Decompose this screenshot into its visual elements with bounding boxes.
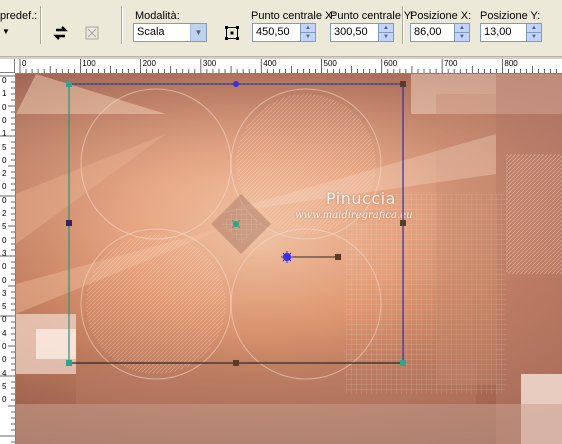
toolbar-separator [121, 6, 123, 44]
deform-overlay [66, 81, 406, 366]
side-handle-top[interactable] [233, 81, 239, 87]
pos-y-field[interactable]: 13,00 ▲ ▼ [480, 23, 542, 42]
ruler-label: 0 [2, 395, 7, 405]
spin-down-icon[interactable]: ▼ [527, 32, 541, 41]
pos-y-value: 13,00 [484, 26, 512, 38]
rotate-button[interactable] [50, 22, 72, 44]
mode-value: Scala [137, 26, 165, 38]
ruler-label: 300 [202, 59, 217, 68]
ruler-label: 0 [2, 155, 7, 165]
pos-x-label: Posizione X: [410, 10, 472, 22]
ruler-label: 5 [2, 302, 7, 312]
spin-up-icon[interactable]: ▲ [379, 24, 393, 32]
ruler-label: 3 [2, 288, 7, 298]
ruler-label: 0 [22, 59, 27, 68]
center-x-field[interactable]: 450,50 ▲ ▼ [252, 23, 316, 42]
image-canvas[interactable]: Pinuccia www.maidiregrafica.eu [16, 74, 562, 444]
pivot-point[interactable] [281, 251, 293, 263]
preset-label: predef.: [0, 10, 38, 22]
side-handle-right[interactable] [400, 220, 406, 226]
ruler-label: 0 [2, 76, 7, 85]
ruler-label: 3 [2, 248, 7, 258]
corner-handle-top-left[interactable] [66, 81, 72, 87]
ruler-label: 0 [2, 102, 7, 112]
pos-x-field[interactable]: 86,00 ▲ ▼ [410, 23, 470, 42]
side-handle-bottom[interactable] [233, 360, 239, 366]
ruler-label: 400 [263, 59, 277, 68]
toolbar-separator [402, 6, 404, 44]
vertical-ruler: 0 1 0 0 1 5 0 2 0 0 2 5 0 3 0 0 3 5 0 4 0 0 4 5 0 [0, 73, 16, 444]
reset-transform-button[interactable] [81, 22, 103, 44]
spin-down-icon[interactable]: ▼ [455, 32, 469, 41]
tool-options-bar: predef.: ▼ Modalità: Scala ▼ Punto centr… [0, 0, 562, 57]
ruler-label: 0 [2, 115, 7, 125]
ruler-label: 0 [2, 262, 7, 272]
ruler-label: 0 [2, 315, 7, 325]
center-x-value: 450,50 [256, 26, 290, 38]
ruler-label: 0 [2, 355, 7, 365]
spin-down-icon[interactable]: ▼ [301, 32, 315, 41]
ruler-label: 600 [383, 59, 398, 68]
ruler-label: 0 [2, 235, 7, 245]
spin-up-icon[interactable]: ▲ [527, 24, 541, 32]
mode-label: Modalità: [135, 10, 180, 22]
pick-tool-button[interactable] [221, 22, 243, 44]
pos-x-value: 86,00 [414, 26, 442, 38]
side-handle-left[interactable] [66, 220, 72, 226]
center-y-value: 300,50 [334, 26, 368, 38]
ruler-corner [0, 59, 15, 73]
chevron-down-icon[interactable]: ▼ [190, 24, 206, 41]
ruler-label: 0 [2, 342, 7, 351]
pick-tool-icon [225, 26, 239, 40]
rotate-arrow-icon [53, 26, 68, 40]
ruler-label: 0 [2, 182, 7, 192]
ruler-label: 700 [444, 59, 458, 68]
rotation-handle[interactable] [335, 254, 341, 260]
ruler-label: 5 [2, 222, 7, 232]
ruler-label: 100 [82, 59, 96, 68]
ruler-label: 500 [323, 59, 337, 68]
ruler-label: 1 [2, 89, 7, 99]
ruler-label: 2 [2, 169, 7, 179]
dropdown-arrow-icon: ▼ [2, 26, 10, 36]
horizontal-ruler: 0 100 200 300 400 500 600 700 800 [15, 59, 562, 74]
ruler-label: 2 [2, 209, 7, 218]
ruler-label: 5 [2, 381, 7, 391]
ruler-label: 4 [2, 368, 7, 378]
spin-up-icon[interactable]: ▲ [455, 24, 469, 32]
ruler-label: 1 [2, 129, 7, 139]
toolbar-separator [40, 6, 42, 44]
mode-select[interactable]: Scala ▼ [133, 23, 207, 42]
ruler-label: 800 [504, 59, 518, 68]
preset-dropdown[interactable]: ▼ [0, 24, 12, 38]
ruler-label: 0 [2, 195, 7, 205]
corner-handle-bottom-right[interactable] [400, 360, 406, 366]
corner-handle-bottom-left[interactable] [66, 360, 72, 366]
corner-handle-top-right[interactable] [400, 81, 406, 87]
ruler-label: 4 [2, 328, 7, 338]
horizontal-ruler-ticks [19, 59, 557, 73]
center-y-field[interactable]: 300,50 ▲ ▼ [330, 23, 394, 42]
center-handle[interactable] [231, 219, 241, 229]
pos-y-label: Posizione Y: [480, 10, 541, 22]
ruler-label: 200 [142, 59, 156, 68]
reset-transform-icon [85, 26, 99, 40]
ruler-label: 5 [2, 142, 7, 152]
spin-up-icon[interactable]: ▲ [301, 24, 315, 32]
spin-down-icon[interactable]: ▼ [379, 32, 393, 41]
center-x-label: Punto centrale X: [251, 10, 336, 22]
ruler-label: 0 [2, 275, 7, 285]
